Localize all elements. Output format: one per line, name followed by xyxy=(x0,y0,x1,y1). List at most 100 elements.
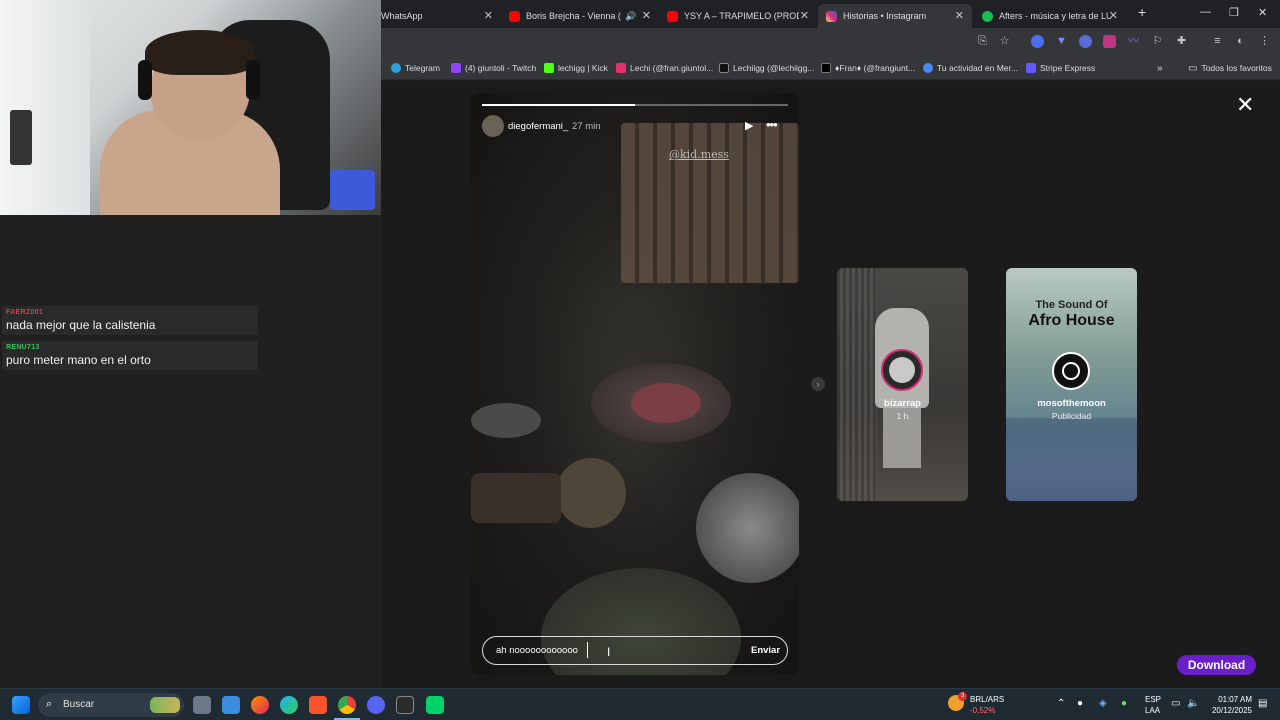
ticker-change: -0,52% xyxy=(970,706,996,715)
brave-icon[interactable] xyxy=(309,696,327,714)
new-tab-button[interactable]: + xyxy=(1138,4,1146,20)
tab-title: Afters - música y letra de LUPO xyxy=(999,11,1111,21)
clock-time[interactable]: 01:07 AM xyxy=(1208,695,1252,704)
app-icon[interactable] xyxy=(396,696,414,714)
browser-toolbar: ⎘ ☆ ▼ 〰 ⚐ ✚ ≡ ◐ ⋮ xyxy=(381,28,1280,55)
story-username[interactable]: diegofermani_ xyxy=(508,121,568,132)
tab-title: WhatsApp xyxy=(381,11,423,21)
language-code[interactable]: ESP xyxy=(1145,695,1161,704)
webcam-overlay xyxy=(0,0,381,215)
microphone-icon[interactable]: ● xyxy=(1121,698,1127,709)
taskbar-search[interactable]: ⌕ Buscar xyxy=(38,693,184,717)
extension-icon[interactable] xyxy=(1103,35,1116,48)
search-highlight-icon xyxy=(150,697,180,713)
bookmarks-bar: Telegram (4) giuntoli - Twitch lechigg |… xyxy=(381,55,1280,80)
file-explorer-icon[interactable] xyxy=(222,696,240,714)
close-icon[interactable]: ✕ xyxy=(484,9,493,22)
puzzle-icon[interactable]: ✚ xyxy=(1175,35,1188,48)
avatar xyxy=(881,349,923,391)
ticker-name[interactable]: BRL/ARS xyxy=(970,695,1004,704)
bookmark-x[interactable]: ♦Fran♦ (@frangiunt... xyxy=(821,61,915,75)
youtube-icon xyxy=(667,10,678,22)
minimize-icon[interactable]: — xyxy=(1200,6,1211,18)
bookmark-mercadolibre[interactable]: Tu actividad en Mer... xyxy=(923,61,1018,75)
chrome-icon[interactable] xyxy=(338,696,356,714)
tab-instagram-stories[interactable]: Historias • Instagram ✕ xyxy=(818,4,972,28)
close-icon[interactable]: ✕ xyxy=(800,9,809,22)
chevron-up-icon[interactable]: ⌃ xyxy=(1057,698,1065,709)
reply-input[interactable]: ah noooooooooooo Enviar xyxy=(482,636,788,665)
app-icon[interactable] xyxy=(426,696,444,714)
close-window-icon[interactable]: ✕ xyxy=(1258,6,1267,19)
tab-title: Boris Brejcha - Vienna (feat. xyxy=(526,11,621,21)
close-icon[interactable]: ✕ xyxy=(1236,94,1254,116)
avatar[interactable] xyxy=(482,115,504,137)
extension-icon[interactable] xyxy=(1031,35,1044,48)
speaker-icon[interactable]: 🔊 xyxy=(625,11,636,22)
notifications-icon[interactable]: ▤ xyxy=(1258,698,1267,709)
bookmark-stripe[interactable]: Stripe Express xyxy=(1026,61,1095,75)
story-mention[interactable]: @kid.mess xyxy=(669,148,729,161)
tab-title: YSY A – TRAPIMELO (PROD. EVI xyxy=(684,11,799,21)
close-icon[interactable]: ✕ xyxy=(1109,9,1118,22)
story-viewer[interactable]: diegofermani_ 27 min ▶ ••• @kid.mess ah … xyxy=(471,93,799,675)
bookmark-tiktok[interactable]: Lechiigg (@lechiigg... xyxy=(719,61,814,75)
more-bookmarks-icon[interactable]: » xyxy=(1157,61,1163,75)
x-icon xyxy=(821,63,831,73)
restore-icon[interactable]: ❐ xyxy=(1229,6,1239,19)
network-icon[interactable]: ◈ xyxy=(1099,698,1107,709)
next-story-arrow[interactable]: › xyxy=(811,377,825,391)
bookmark-twitch[interactable]: (4) giuntoli - Twitch xyxy=(451,61,536,75)
tab-strip: WhatsApp ✕ Boris Brejcha - Vienna (feat.… xyxy=(381,0,1280,28)
story-card-title-line1: The Sound Of xyxy=(1035,299,1108,311)
tab-whatsapp[interactable]: WhatsApp ✕ xyxy=(381,4,501,28)
extension-icon[interactable] xyxy=(1079,35,1092,48)
chat-message: RENU713 puro meter mano en el orto xyxy=(2,341,258,370)
clock-date: 20/12/2025 xyxy=(1211,706,1252,715)
cast-icon[interactable]: ⎘ xyxy=(976,35,989,48)
play-icon[interactable]: ▶ xyxy=(745,119,753,132)
more-options-icon[interactable]: ••• xyxy=(766,117,778,132)
twitch-icon xyxy=(451,63,461,73)
story-card-bizarrap[interactable]: bizarrap 1 h xyxy=(837,268,968,501)
discord-tray-icon[interactable]: ● xyxy=(1077,698,1083,709)
send-button[interactable]: Enviar xyxy=(751,645,780,656)
close-icon[interactable]: ✕ xyxy=(642,9,651,22)
task-view-icon[interactable] xyxy=(193,696,211,714)
kick-icon xyxy=(544,63,554,73)
media-icon[interactable]: ≡ xyxy=(1211,35,1224,48)
extension-icon[interactable]: ▼ xyxy=(1055,35,1068,48)
chat-username: FAERZ001 xyxy=(6,309,44,316)
extension-icon[interactable]: 〰 xyxy=(1127,35,1140,48)
bookmark-telegram[interactable]: Telegram xyxy=(391,61,440,75)
bookmark-kick[interactable]: lechigg | Kick xyxy=(544,61,608,75)
discord-icon[interactable] xyxy=(367,696,385,714)
windows-taskbar: ⌕ Buscar 3 BRL/ARS -0,52% ⌃ ● ◈ ● ESP LA… xyxy=(0,688,1280,720)
bookmark-star-icon[interactable]: ☆ xyxy=(998,35,1011,48)
edge-icon[interactable] xyxy=(280,696,298,714)
mercadolibre-icon xyxy=(923,63,933,73)
firefox-icon[interactable] xyxy=(251,696,269,714)
reply-text: ah noooooooooooo xyxy=(496,645,578,656)
avatar xyxy=(1052,352,1090,390)
instagram-icon xyxy=(616,63,626,73)
profile-icon[interactable]: ◐ xyxy=(1234,35,1247,48)
tab-youtube-boris[interactable]: Boris Brejcha - Vienna (feat. 🔊 ✕ xyxy=(501,4,659,28)
story-card-title-line2: Afro House xyxy=(1028,312,1115,329)
menu-icon[interactable]: ⋮ xyxy=(1258,35,1271,48)
story-progress-bar xyxy=(482,104,788,106)
all-bookmarks-folder[interactable]: ▭ Todos los favoritos xyxy=(1188,61,1272,75)
volume-icon[interactable]: 🔈 xyxy=(1187,698,1199,709)
keyboard-layout: LAA xyxy=(1145,706,1161,715)
tab-youtube-ysy[interactable]: YSY A – TRAPIMELO (PROD. EVI ✕ xyxy=(659,4,817,28)
story-card-mosofthemoon[interactable]: The Sound Of Afro House mosofthemoon Pub… xyxy=(1006,268,1137,501)
youtube-icon xyxy=(509,10,520,22)
download-button[interactable]: Download xyxy=(1177,655,1256,675)
close-icon[interactable]: ✕ xyxy=(955,9,964,22)
extension-icon[interactable]: ⚐ xyxy=(1151,35,1164,48)
wifi-icon[interactable]: ▭ xyxy=(1171,698,1180,709)
bookmark-instagram[interactable]: Lechi (@fran.giuntol... xyxy=(616,61,713,75)
tab-spotify[interactable]: Afters - música y letra de LUPO ✕ xyxy=(974,4,1126,28)
windows-start-icon[interactable] xyxy=(12,696,30,714)
stream-chat-pane: FAERZ001 nada mejor que la calistenia RE… xyxy=(0,215,381,688)
